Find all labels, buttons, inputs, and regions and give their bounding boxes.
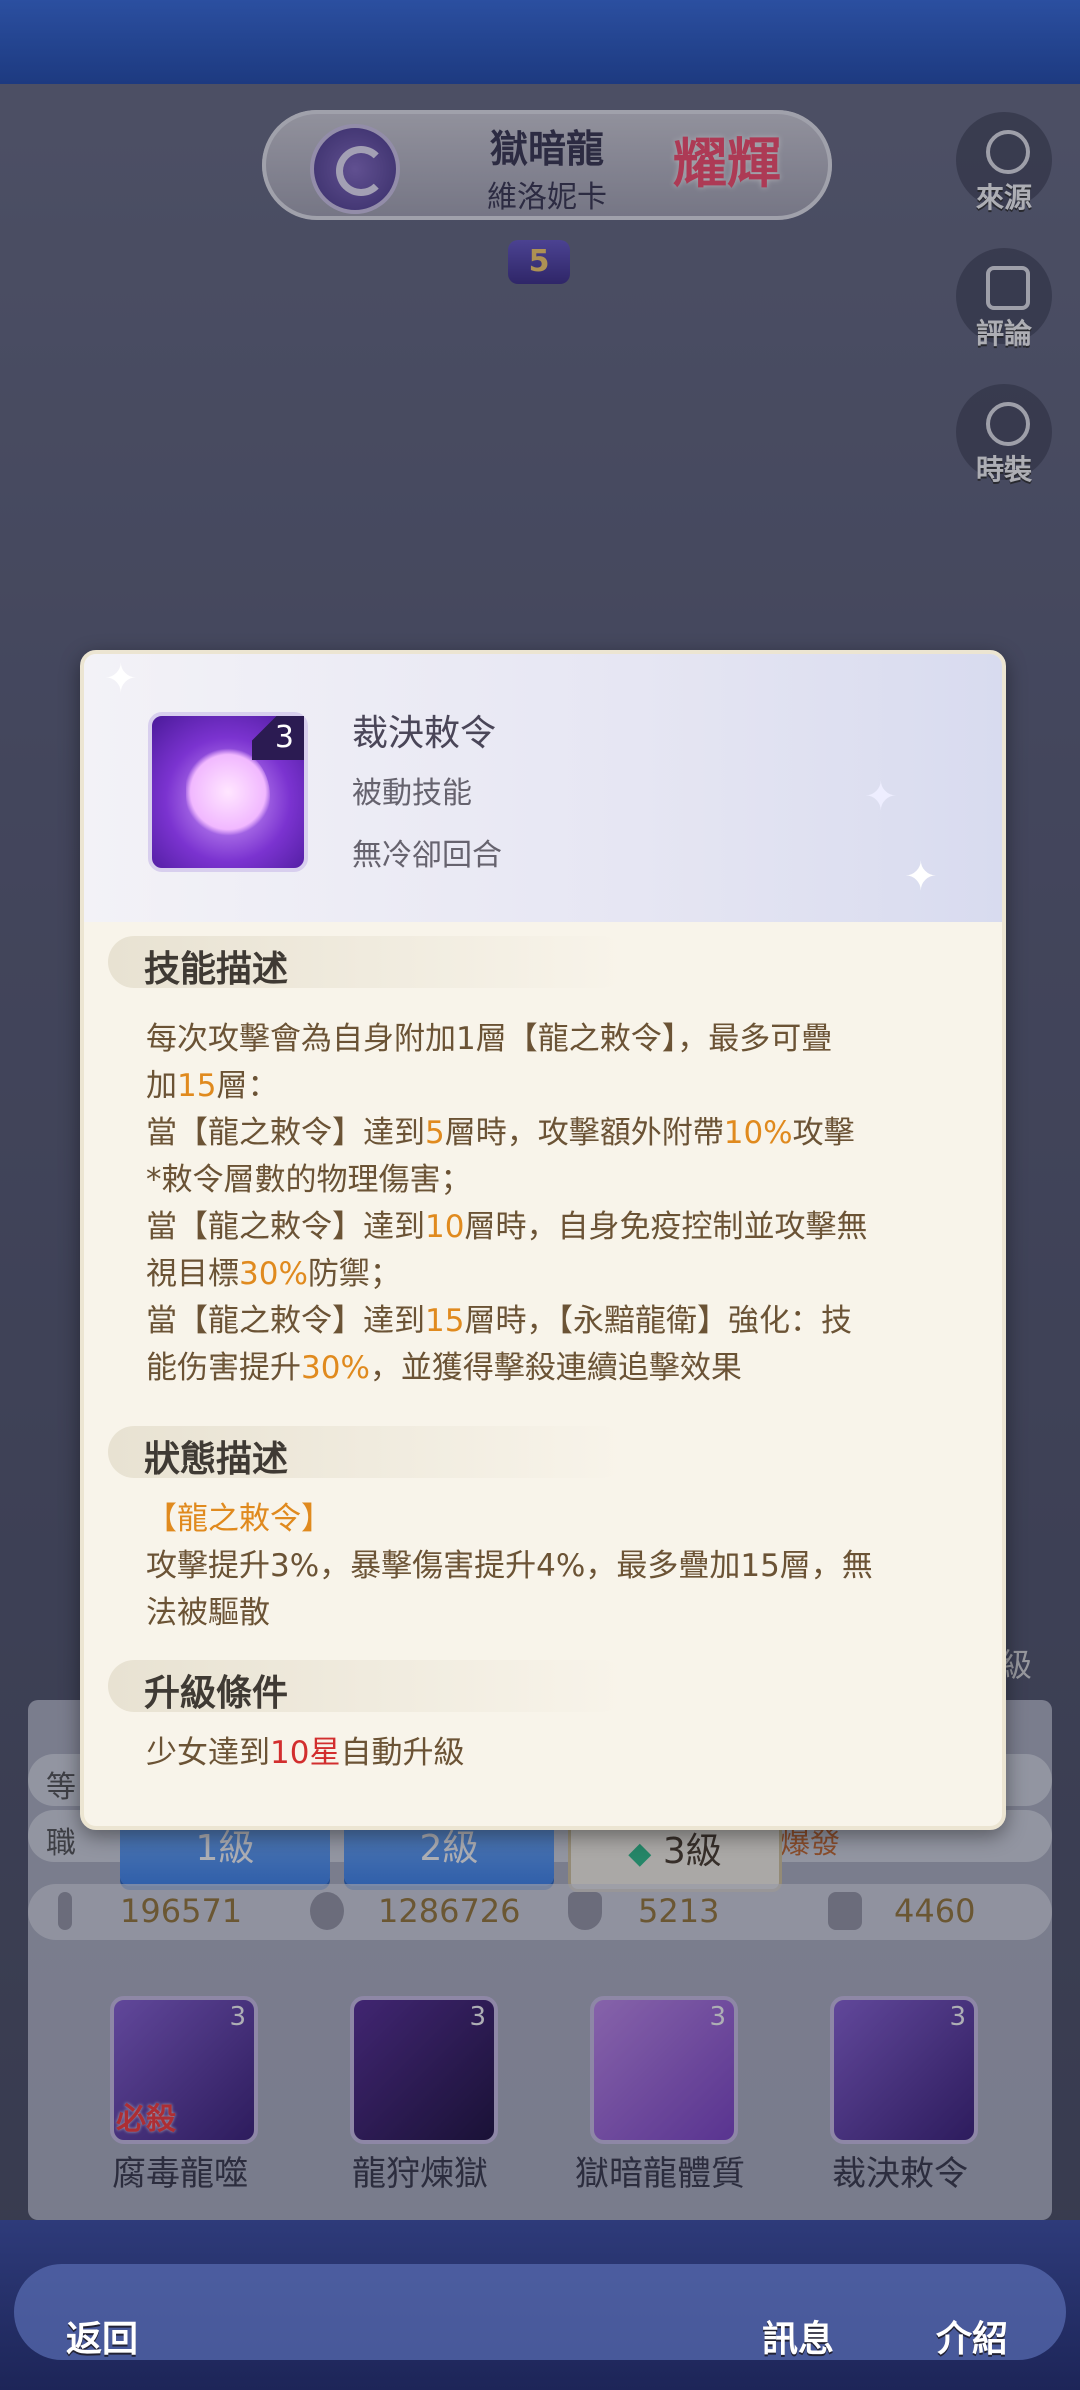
section-upgrade-condition: 升級條件: [108, 1660, 628, 1714]
desc-line-2: 加15層：: [146, 1068, 279, 1104]
upgrade-condition-text: 少女達到10星自動升級: [146, 1735, 465, 1771]
back-button[interactable]: 返回: [66, 2310, 138, 2362]
skill-description-text: 每次攻擊會為自身附加1層【龍之敕令】，最多可疊 加15層： 當【龍之敕令】達到5…: [146, 1016, 946, 1392]
section-status-description-title: 狀態描述: [144, 1439, 289, 1480]
section-skill-description-title: 技能描述: [144, 949, 289, 990]
desc-line-1: 每次攻擊會為自身附加1層【龍之敕令】，最多可疊: [146, 1021, 833, 1057]
section-status-description: 狀態描述: [108, 1426, 628, 1480]
bottom-nav-strip: [14, 2264, 1066, 2360]
sparkle-icon: ✦: [864, 774, 898, 820]
desc-line-8: 能伤害提升30%，並獲得擊殺連續追擊效果: [146, 1350, 742, 1386]
sparkle-icon: ✦: [104, 656, 138, 702]
info-button[interactable]: 訊息: [762, 2310, 834, 2362]
top-banner: [0, 0, 1080, 84]
status-description-text: 【龍之敕令】 攻擊提升3%，暴擊傷害提升4%，最多疊加15層，無 法被驅散: [146, 1496, 946, 1637]
status-line-1: 攻擊提升3%，暴擊傷害提升4%，最多疊加15層，無: [146, 1548, 873, 1584]
skill-cooldown: 無冷卻回合: [352, 838, 502, 873]
skill-name: 裁決敕令: [352, 713, 497, 754]
desc-line-6: 視目標30%防禦；: [146, 1256, 401, 1292]
status-tag: 【龍之敕令】: [146, 1501, 332, 1537]
section-skill-description: 技能描述: [108, 936, 628, 990]
sparkle-icon: ✦: [904, 854, 938, 900]
skill-icon: 3: [148, 712, 308, 872]
skill-popup-header: ✦ ✦ ✦ 3 裁決敕令 被動技能 無冷卻回合: [84, 654, 1002, 922]
section-upgrade-condition-title: 升級條件: [144, 1673, 289, 1714]
desc-line-3: 當【龍之敕令】達到5層時，攻擊額外附帶10%攻擊: [146, 1115, 855, 1151]
skill-detail-popup: ✦ ✦ ✦ 3 裁決敕令 被動技能 無冷卻回合 技能描述 每次攻擊會為自身附加1…: [80, 650, 1006, 1830]
status-line-2: 法被驅散: [146, 1595, 270, 1631]
skill-level-badge: 3: [252, 716, 304, 760]
desc-line-7: 當【龍之敕令】達到15層時，【永黯龍衛】強化：技: [146, 1303, 852, 1339]
desc-line-4: *敕令層數的物理傷害；: [146, 1162, 472, 1198]
desc-line-5: 當【龍之敕令】達到10層時，自身免疫控制並攻擊無: [146, 1209, 868, 1245]
intro-button[interactable]: 介紹: [936, 2310, 1008, 2362]
skill-type: 被動技能: [352, 776, 472, 811]
